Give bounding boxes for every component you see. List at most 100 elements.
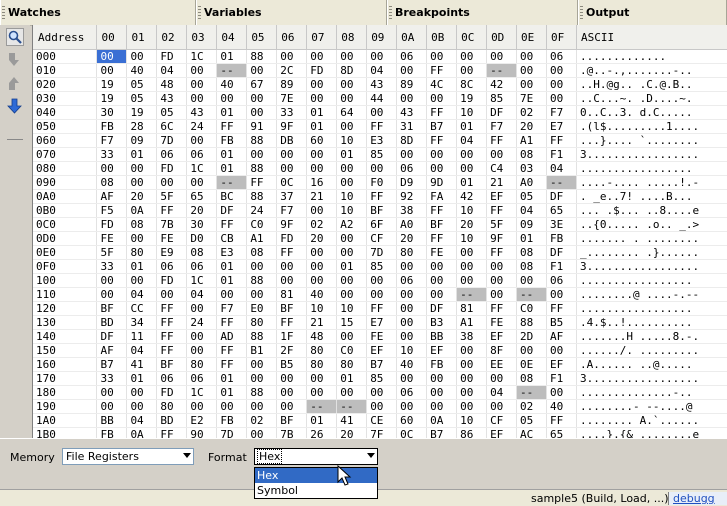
memory-cell[interactable]: 0C — [276, 175, 308, 190]
memory-cell[interactable]: 00 — [336, 175, 368, 190]
memory-cell[interactable]: 21 — [306, 189, 338, 204]
memory-cell[interactable]: 00 — [216, 287, 248, 302]
memory-cell[interactable]: F7 — [96, 133, 128, 148]
memory-cell[interactable]: 00 — [276, 161, 308, 176]
memory-cell[interactable]: AF — [546, 329, 577, 344]
memory-cell[interactable]: 06 — [186, 259, 218, 274]
memory-cell[interactable]: CB — [216, 231, 248, 246]
memory-cell[interactable]: 00 — [336, 273, 368, 288]
memory-cell[interactable]: 16 — [306, 175, 338, 190]
memory-cell[interactable]: 00 — [456, 161, 488, 176]
memory-cell[interactable]: FD — [156, 273, 188, 288]
memory-cell[interactable]: 00 — [426, 259, 458, 274]
memory-cell[interactable]: FF — [486, 301, 518, 316]
memory-cell[interactable]: 44 — [366, 91, 398, 106]
memory-cell[interactable]: 40 — [306, 287, 338, 302]
memory-cell[interactable]: 00 — [486, 147, 518, 162]
memory-cell[interactable]: CF — [486, 413, 518, 428]
memory-cell[interactable]: 80 — [306, 357, 338, 372]
memory-cell[interactable]: 00 — [396, 315, 428, 330]
ascii-cell[interactable]: ... .$... ..8....e — [576, 203, 727, 218]
ascii-cell[interactable]: .@..-.,.......-.. — [576, 63, 727, 78]
memory-cell[interactable]: 00 — [396, 147, 428, 162]
memory-cell[interactable]: 5F — [156, 189, 188, 204]
memory-cell[interactable]: 00 — [276, 49, 308, 64]
memory-cell[interactable]: 04 — [486, 385, 518, 400]
memory-cell[interactable]: 00 — [516, 77, 547, 92]
memory-cell[interactable]: CF — [366, 231, 398, 246]
memory-cell[interactable]: 00 — [336, 245, 368, 260]
ascii-cell[interactable]: ................. — [576, 273, 727, 288]
memory-cell[interactable]: 28 — [126, 119, 158, 134]
memory-cell[interactable]: FF — [366, 119, 398, 134]
memory-cell[interactable]: 08 — [516, 259, 547, 274]
memory-cell[interactable]: BD — [96, 315, 128, 330]
memory-cell[interactable]: 00 — [276, 273, 308, 288]
memory-cell[interactable]: 65 — [186, 189, 218, 204]
memory-cell[interactable]: FF — [486, 203, 518, 218]
memory-cell[interactable]: 01 — [216, 147, 248, 162]
memory-cell[interactable]: FB — [546, 231, 577, 246]
memory-cell[interactable]: 42 — [456, 189, 488, 204]
memory-cell[interactable]: 01 — [126, 371, 158, 386]
memory-cell[interactable]: FE — [426, 245, 458, 260]
memory-cell[interactable]: 04 — [546, 161, 577, 176]
memory-cell[interactable]: FB — [426, 357, 458, 372]
memory-cell[interactable]: FF — [156, 315, 188, 330]
memory-cell[interactable]: 20 — [336, 427, 368, 438]
memory-cell[interactable]: 00 — [186, 301, 218, 316]
memory-cell[interactable]: EE — [486, 357, 518, 372]
memory-cell[interactable]: FD — [156, 49, 188, 64]
memory-cell[interactable]: 01 — [216, 49, 248, 64]
memory-cell[interactable]: 08 — [516, 371, 547, 386]
memory-cell[interactable]: 85 — [366, 259, 398, 274]
memory-cell[interactable]: FD — [156, 385, 188, 400]
memory-cell[interactable]: 88 — [246, 161, 278, 176]
memory-cell[interactable]: 00 — [336, 49, 368, 64]
memory-cell[interactable]: 00 — [246, 371, 278, 386]
memory-cell[interactable]: 08 — [246, 245, 278, 260]
memory-cell[interactable]: 00 — [336, 385, 368, 400]
memory-cell[interactable]: 00 — [486, 49, 518, 64]
memory-cell[interactable]: FF — [156, 329, 188, 344]
memory-cell[interactable]: 00 — [426, 91, 458, 106]
memory-cell[interactable]: 08 — [516, 147, 547, 162]
memory-cell[interactable]: BF — [426, 217, 458, 232]
memory-cell[interactable]: 00 — [516, 63, 547, 78]
memory-cell[interactable]: 00 — [246, 357, 278, 372]
memory-cell[interactable]: 00 — [456, 385, 488, 400]
memory-cell[interactable]: 00 — [306, 371, 338, 386]
memory-cell[interactable]: 00 — [516, 343, 547, 358]
memory-cell[interactable]: 00 — [336, 91, 368, 106]
memory-cell[interactable]: 65 — [546, 203, 577, 218]
find-button[interactable] — [6, 28, 24, 46]
memory-cell[interactable]: 5F — [96, 245, 128, 260]
memory-cell[interactable]: 00 — [186, 91, 218, 106]
memory-cell[interactable]: 04 — [456, 133, 488, 148]
memory-cell[interactable]: 88 — [516, 315, 547, 330]
memory-cell[interactable]: 09 — [126, 133, 158, 148]
memory-cell[interactable]: 21 — [486, 175, 518, 190]
memory-cell[interactable]: 00 — [336, 77, 368, 92]
memory-cell[interactable]: 7B — [276, 427, 308, 438]
memory-cell[interactable]: BF — [156, 357, 188, 372]
memory-cell[interactable]: 15 — [336, 315, 368, 330]
memory-cell[interactable]: 88 — [246, 189, 278, 204]
memory-cell[interactable]: FF — [156, 203, 188, 218]
memory-cell[interactable]: 01 — [336, 259, 368, 274]
memory-cell[interactable]: 00 — [336, 231, 368, 246]
memory-cell[interactable]: 00 — [516, 273, 547, 288]
memory-cell[interactable]: 10 — [456, 413, 488, 428]
memory-cell[interactable]: 1C — [186, 161, 218, 176]
memory-cell[interactable]: 00 — [426, 371, 458, 386]
memory-cell[interactable]: A0 — [516, 175, 547, 190]
memory-cell[interactable]: FF — [216, 357, 248, 372]
memory-cell[interactable]: 00 — [246, 399, 278, 414]
memory-cell[interactable]: 64 — [336, 105, 368, 120]
memory-cell[interactable]: 19 — [456, 91, 488, 106]
memory-cell[interactable]: FF — [486, 133, 518, 148]
memory-cell[interactable]: 19 — [96, 77, 128, 92]
memory-cell[interactable]: 01 — [216, 273, 248, 288]
memory-cell[interactable]: 3E — [546, 217, 577, 232]
memory-cell[interactable]: 06 — [396, 273, 428, 288]
